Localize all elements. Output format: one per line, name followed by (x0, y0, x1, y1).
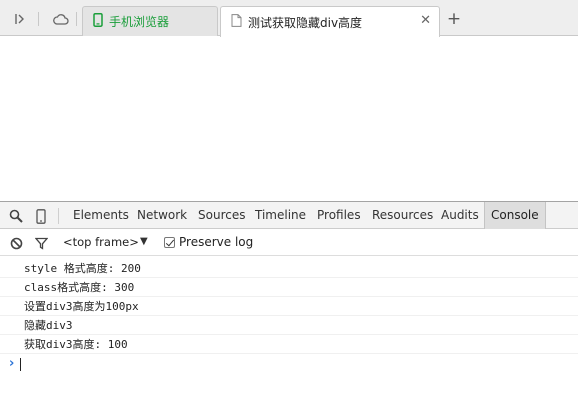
preserve-log-label: Preserve log (179, 235, 254, 249)
tab-audits[interactable]: Audits (435, 202, 485, 229)
cloud-icon[interactable] (51, 9, 71, 29)
strip-divider (38, 12, 39, 26)
console-output: style 格式高度: 200 class格式高度: 300 设置div3高度为… (0, 259, 578, 374)
tab-test-hidden-div[interactable]: 测试获取隐藏div高度 ✕ (220, 6, 440, 37)
sidebar-toggle-icon[interactable] (10, 9, 30, 29)
tab-resources[interactable]: Resources (366, 202, 439, 229)
preserve-log-toggle[interactable]: Preserve log (164, 235, 253, 249)
prompt-chevron-icon: › (9, 356, 15, 371)
inspect-search-icon[interactable] (8, 208, 24, 224)
text-cursor (20, 357, 22, 371)
console-prompt[interactable]: › (0, 354, 578, 374)
frame-selector[interactable]: <top frame> (63, 235, 139, 249)
preserve-log-checkbox[interactable] (164, 236, 175, 248)
browser-tab-strip: 手机浏览器 测试获取隐藏div高度 ✕ + (0, 0, 578, 37)
console-log-line: style 格式高度: 200 (0, 259, 578, 278)
new-tab-button[interactable]: + (444, 9, 464, 29)
tab-mobile-browser[interactable]: 手机浏览器 (82, 6, 218, 36)
tab-sources[interactable]: Sources (192, 202, 251, 229)
console-log-line: 隐藏div3 (0, 316, 578, 335)
devtools-tab-bar: Elements Network Sources Timeline Profil… (0, 201, 578, 229)
mobile-icon (93, 13, 103, 30)
device-mode-icon[interactable] (33, 208, 49, 224)
console-log-line: class格式高度: 300 (0, 278, 578, 297)
tab-label: 测试获取隐藏div高度 (248, 15, 363, 30)
tab-console[interactable]: Console (484, 202, 546, 229)
tab-network[interactable]: Network (131, 202, 193, 229)
devtools-panel: Elements Network Sources Timeline Profil… (0, 201, 578, 402)
clear-console-icon[interactable] (8, 235, 24, 251)
page-icon (231, 14, 242, 30)
console-log-line: 获取div3高度: 100 (0, 335, 578, 354)
filter-icon[interactable] (33, 235, 49, 251)
plus-icon: + (446, 9, 462, 29)
strip-divider (76, 12, 77, 26)
tab-label: 手机浏览器 (109, 15, 170, 29)
page-viewport (0, 37, 578, 201)
tab-timeline[interactable]: Timeline (249, 202, 312, 229)
close-icon[interactable]: ✕ (420, 13, 431, 28)
tab-profiles[interactable]: Profiles (311, 202, 367, 229)
console-toolbar: <top frame> ▼ Preserve log (0, 229, 578, 256)
tab-elements[interactable]: Elements (67, 202, 135, 229)
console-log-line: 设置div3高度为100px (0, 297, 578, 316)
toolbar-divider (58, 208, 59, 224)
dropdown-arrow-icon[interactable]: ▼ (140, 236, 148, 247)
